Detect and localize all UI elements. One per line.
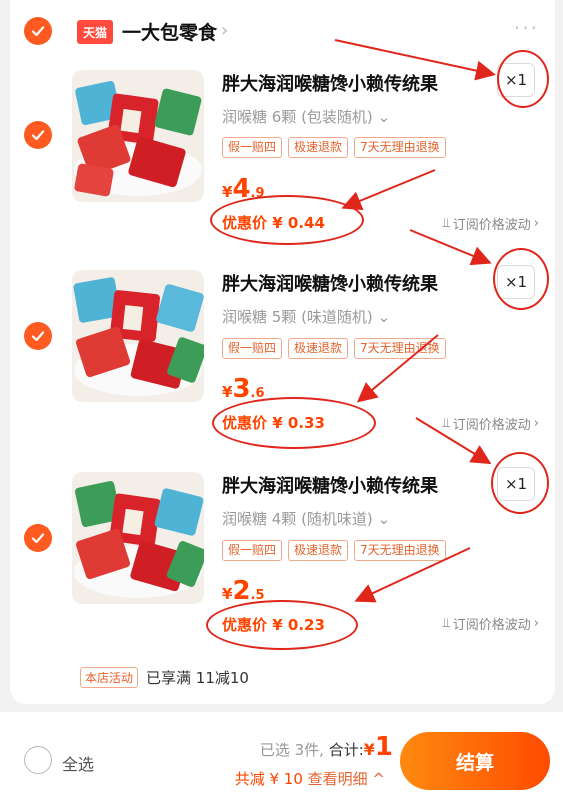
item-checkbox[interactable] [24,121,52,149]
checkout-button[interactable]: 结算 [400,732,550,790]
more-options-icon[interactable]: ··· [514,16,539,40]
product-image[interactable] [72,472,204,604]
select-all-checkbox[interactable] [24,746,52,774]
service-tag: 假一赔四 [222,338,283,359]
product-price: ¥2.5 [222,576,265,606]
service-tag: 极速退款 [288,137,349,158]
product-title[interactable]: 胖大海润喉糖馋小赖传统果 [222,270,438,296]
chart-icon: ⫫ [442,616,450,631]
service-tags: 假一赔四 极速退款 7天无理由退换 [222,338,446,359]
quantity-selector[interactable]: ×1 [497,63,535,97]
price-alert-link[interactable]: ⫫ 订阅价格波动 › [442,214,539,233]
savings-row: 共减 ¥ 10 查看明细 ^ [235,768,385,789]
discount-price: 优惠价 ¥ 0.44 [222,214,325,232]
product-variant[interactable]: 润喉糖 5颗 (味道随机) ⌄ [222,306,390,327]
checkout-bar: 全选 已选 3件, 合计:¥1 共减 ¥ 10 查看明细 ^ 结算 [0,712,563,800]
service-tag: 7天无理由退换 [354,137,446,158]
store-promo: 本店活动 已享满 11减10 [80,667,249,688]
product-image[interactable] [72,270,204,402]
discount-price: 优惠价 ¥ 0.23 [222,616,325,634]
product-image[interactable] [72,70,204,202]
product-price: ¥4.9 [222,174,265,204]
chevron-down-icon: ⌄ [377,308,391,326]
cart-item: 胖大海润喉糖馋小赖传统果 润喉糖 6颗 (包装随机) ⌄ 假一赔四 极速退款 7… [10,60,555,260]
service-tags: 假一赔四 极速退款 7天无理由退换 [222,540,446,561]
chevron-right-icon: › [533,216,539,231]
quantity-selector[interactable]: ×1 [497,265,535,299]
tmall-logo: 天猫 [77,20,113,44]
store-name[interactable]: 一大包零食 [122,18,217,45]
view-detail-link[interactable]: 查看明细 ^ [308,770,385,788]
service-tag: 假一赔四 [222,137,283,158]
total-amount: 1 [374,732,393,762]
product-title[interactable]: 胖大海润喉糖馋小赖传统果 [222,70,438,96]
check-icon [31,130,45,141]
product-price: ¥3.6 [222,374,265,404]
product-variant[interactable]: 润喉糖 6颗 (包装随机) ⌄ [222,106,390,127]
service-tag: 极速退款 [288,338,349,359]
savings-amount: 共减 ¥ 10 [234,770,303,788]
promo-text: 已享满 11减10 [146,669,249,687]
select-all-label[interactable]: 全选 [62,751,94,775]
price-alert-link[interactable]: ⫫ 订阅价格波动 › [442,414,539,433]
chevron-right-icon[interactable]: › [221,20,228,41]
chevron-right-icon: › [533,616,539,631]
service-tags: 假一赔四 极速退款 7天无理由退换 [222,137,446,158]
service-tag: 7天无理由退换 [354,338,446,359]
chevron-down-icon: ⌄ [377,510,391,528]
promo-tag: 本店活动 [80,667,139,688]
order-summary: 已选 3件, 合计:¥1 [259,732,393,762]
product-variant[interactable]: 润喉糖 4颗 (随机味道) ⌄ [222,508,390,529]
chevron-right-icon: › [533,416,539,431]
store-checkbox[interactable] [24,17,52,45]
price-alert-link[interactable]: ⫫ 订阅价格波动 › [442,614,539,633]
chart-icon: ⫫ [442,416,450,431]
service-tag: 7天无理由退换 [354,540,446,561]
chevron-down-icon: ⌄ [377,108,391,126]
check-icon [31,26,45,37]
discount-price: 优惠价 ¥ 0.33 [222,414,325,432]
quantity-selector[interactable]: ×1 [497,467,535,501]
item-checkbox[interactable] [24,524,52,552]
cart-item: 胖大海润喉糖馋小赖传统果 润喉糖 5颗 (味道随机) ⌄ 假一赔四 极速退款 7… [10,262,555,462]
product-title[interactable]: 胖大海润喉糖馋小赖传统果 [222,472,438,498]
check-icon [31,533,45,544]
chart-icon: ⫫ [442,216,450,231]
cart-item: 胖大海润喉糖馋小赖传统果 润喉糖 4颗 (随机味道) ⌄ 假一赔四 极速退款 7… [10,462,555,662]
service-tag: 极速退款 [288,540,349,561]
check-icon [31,331,45,342]
item-checkbox[interactable] [24,322,52,350]
service-tag: 假一赔四 [222,540,283,561]
store-card: 天猫 一大包零食 › ··· 胖大海润喉糖馋小赖传统果 润喉糖 6颗 (包装随机… [10,0,555,704]
